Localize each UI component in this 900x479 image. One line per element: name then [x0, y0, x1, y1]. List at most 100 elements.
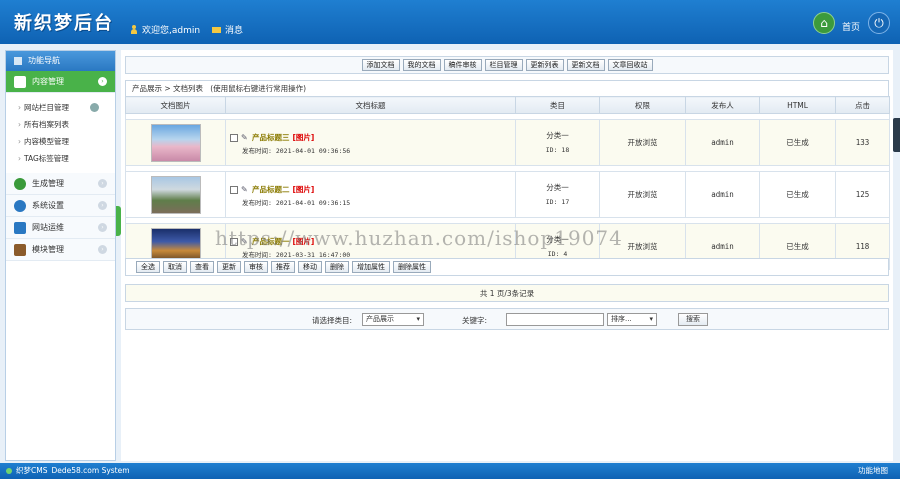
delete-button[interactable]: 删除 — [325, 261, 349, 273]
sidebar-item-tags[interactable]: TAG标签管理 — [6, 150, 115, 167]
col-header: 权限 — [599, 96, 686, 114]
breadcrumb-path[interactable]: 产品展示 > 文档列表 — [132, 84, 203, 93]
footer-system: Dede58.com System — [51, 466, 130, 475]
doc-category[interactable]: 分类一 — [516, 181, 599, 195]
add-attr-button[interactable]: 增加属性 — [352, 261, 390, 273]
audit-button[interactable]: 审核 — [244, 261, 268, 273]
table-row[interactable]: ✎ 产品标题三 [图片] 发布时间: 2021-04-01 09:36:56 分类… — [125, 119, 890, 166]
sidebar: 功能导航 内容管理 › 网站栏目管理 所有档案列表 内容模型管理 TAG标签管理… — [5, 50, 116, 461]
category-select[interactable]: 产品展示 — [362, 313, 424, 326]
doc-title[interactable]: 产品标题三 — [252, 132, 290, 143]
category-label: 请选择类目: — [312, 316, 353, 325]
update-button[interactable]: 更新 — [217, 261, 241, 273]
update-doc-button[interactable]: 更新文档 — [566, 59, 605, 71]
book-icon — [14, 243, 26, 256]
doc-category[interactable]: 分类一 — [516, 129, 599, 143]
review-button[interactable]: 稿件审核 — [443, 59, 482, 71]
doc-tag: [图片] — [292, 185, 315, 194]
col-header: 类目 — [515, 96, 600, 114]
doc-permission: 开放浏览 — [599, 119, 686, 166]
keyword-label: 关键字: — [462, 316, 488, 325]
pin-icon[interactable]: ✎ — [241, 185, 249, 194]
sidebar-group-content[interactable]: 内容管理 › — [6, 71, 115, 93]
col-header: HTML — [759, 96, 836, 114]
sidebar-sub-list: 网站栏目管理 所有档案列表 内容模型管理 TAG标签管理 — [6, 93, 115, 173]
sidebar-item-archives[interactable]: 所有档案列表 — [6, 116, 115, 133]
doc-thumbnail[interactable] — [150, 123, 201, 162]
doc-category[interactable]: 分类一 — [516, 233, 599, 247]
row-checkbox[interactable] — [230, 133, 238, 142]
pin-icon[interactable]: ✎ — [241, 237, 249, 246]
search-button[interactable]: 搜索 — [678, 313, 708, 326]
col-header: 点击 — [835, 96, 890, 114]
doc-permission: 开放浏览 — [599, 171, 686, 218]
sidebar-group-label: 网站运维 — [32, 223, 64, 232]
power-icon[interactable]: ⏻ — [868, 12, 890, 34]
search-bar: 请选择类目: 产品展示 关键字: 排序... 搜索 — [125, 308, 889, 330]
my-docs-button[interactable]: 我的文档 — [402, 59, 441, 71]
sidebar-item-models[interactable]: 内容模型管理 — [6, 133, 115, 150]
breadcrumb: 产品展示 > 文档列表 (使用鼠标右键进行常用操作) — [125, 80, 889, 96]
mail-icon — [212, 26, 221, 33]
table-header: 文档图片 文档标题 类目 权限 发布人 HTML 点击 — [125, 96, 890, 114]
col-header: 文档图片 — [125, 96, 226, 114]
sidebar-group-label: 生成管理 — [32, 179, 64, 188]
tree-icon — [14, 177, 26, 190]
sidebar-item-label: 内容模型管理 — [24, 137, 69, 146]
sidebar-title: 功能导航 — [6, 51, 115, 71]
home-icon[interactable]: ⌂ — [813, 12, 835, 34]
doc-tag: [图片] — [292, 133, 315, 142]
pin-icon[interactable]: ✎ — [241, 133, 249, 142]
move-button[interactable]: 移动 — [298, 261, 322, 273]
select-all-button[interactable]: 全选 — [136, 261, 160, 273]
row-checkbox[interactable] — [230, 185, 238, 194]
sidebar-group-modules[interactable]: 模块管理 › — [6, 239, 115, 261]
sidebar-group-ops[interactable]: 网站运维 › — [6, 217, 115, 239]
footer: 织梦CMS Dede58.com System 功能地图 — [0, 463, 900, 479]
site-map-link[interactable]: 功能地图 — [858, 463, 888, 479]
messages-link[interactable]: 消息 — [212, 23, 243, 36]
pagination: 共 1 页/3条记录 — [125, 284, 889, 302]
welcome-text: 欢迎您,admin — [142, 26, 201, 36]
edit-icon — [14, 75, 26, 88]
doc-publisher: admin — [685, 119, 760, 166]
doc-clicks: 125 — [835, 171, 890, 218]
side-widget[interactable] — [893, 118, 900, 152]
home-label[interactable]: 首页 — [842, 20, 860, 33]
sidebar-item-label: 网站栏目管理 — [24, 103, 69, 112]
row-checkbox[interactable] — [230, 237, 238, 246]
sidebar-item-columns[interactable]: 网站栏目管理 — [6, 99, 115, 116]
doc-time: 发布时间: 2021-04-01 09:36:15 — [242, 198, 351, 207]
column-manage-button[interactable]: 栏目管理 — [484, 59, 523, 71]
remove-attr-button[interactable]: 删除属性 — [393, 261, 431, 273]
table-row[interactable]: ✎ 产品标题二 [图片] 发布时间: 2021-04-01 09:36:15 分类… — [125, 171, 890, 218]
category-select-value: 产品展示 — [366, 315, 394, 323]
chevron-right-icon: › — [98, 77, 107, 86]
status-dot-icon — [6, 468, 12, 474]
doc-title[interactable]: 产品标题一 — [252, 236, 290, 247]
sort-select[interactable]: 排序... — [607, 313, 657, 326]
sidebar-group-settings[interactable]: 系统设置 › — [6, 195, 115, 217]
update-list-button[interactable]: 更新列表 — [525, 59, 564, 71]
col-header: 文档标题 — [225, 96, 516, 114]
chevron-right-icon: › — [98, 223, 107, 232]
doc-tag: [图片] — [292, 237, 315, 246]
recycle-bin-button[interactable]: 文章回收站 — [607, 59, 653, 71]
messages-label: 消息 — [225, 26, 244, 36]
user-icon — [130, 25, 138, 34]
settings-icon[interactable] — [90, 103, 99, 112]
doc-thumbnail[interactable] — [150, 175, 201, 214]
recommend-button[interactable]: 推荐 — [271, 261, 295, 273]
doc-time: 发布时间: 2021-03-31 16:47:00 — [242, 250, 351, 259]
sidebar-group-label: 模块管理 — [32, 245, 64, 254]
sidebar-group-generate[interactable]: 生成管理 › — [6, 173, 115, 195]
view-button[interactable]: 查看 — [190, 261, 214, 273]
sidebar-group-label: 内容管理 — [32, 77, 64, 86]
cancel-button[interactable]: 取消 — [163, 261, 187, 273]
keyword-input[interactable] — [506, 313, 604, 326]
doc-clicks: 133 — [835, 119, 890, 166]
welcome-user[interactable]: 欢迎您,admin — [130, 23, 200, 36]
add-doc-button[interactable]: 添加文档 — [361, 59, 400, 71]
doc-title[interactable]: 产品标题二 — [252, 184, 290, 195]
toolbar: 添加文档 我的文档 稿件审核 栏目管理 更新列表 更新文档 文章回收站 — [125, 56, 889, 74]
